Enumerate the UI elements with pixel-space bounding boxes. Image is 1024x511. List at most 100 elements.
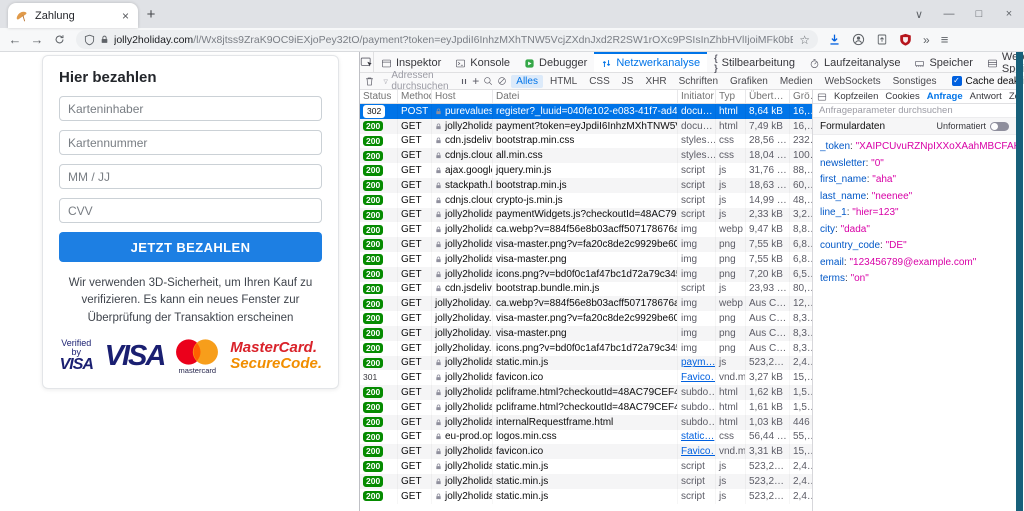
request-row[interactable]: 200GETjolly2holiday.c…static.min.jspaym…… <box>360 356 812 371</box>
request-row[interactable]: 200GETcdn.jsdelivr.netbootstrap.min.csss… <box>360 134 812 149</box>
request-row[interactable]: 200GETjolly2holiday.c…paymentWidgets.js?… <box>360 208 812 223</box>
tab-close-icon[interactable]: × <box>120 9 131 23</box>
initiator-link[interactable]: paym… <box>681 357 715 368</box>
filter-pill-grafiken[interactable]: Grafiken <box>725 75 773 88</box>
reload-icon[interactable] <box>48 29 70 51</box>
filter-pill-js[interactable]: JS <box>617 75 639 88</box>
request-row[interactable]: 200GETjolly2holiday.c…visa-master.png?v=… <box>360 237 812 252</box>
column-header-2[interactable]: Host <box>432 90 493 103</box>
filter-pill-sonstiges[interactable]: Sonstiges <box>888 75 942 88</box>
tracking-protection-shield-icon[interactable] <box>84 34 95 46</box>
window-minimize-icon[interactable]: — <box>934 0 964 28</box>
column-header-4[interactable]: Initiator <box>678 90 716 103</box>
toggle-off-icon[interactable] <box>990 122 1009 131</box>
column-header-0[interactable]: Status <box>360 90 398 103</box>
param-row[interactable]: city: dada <box>820 222 1016 239</box>
request-row[interactable]: 200GETjolly2holiday.c…static.min.jsscrip… <box>360 474 812 489</box>
column-header-6[interactable]: Übert… <box>746 90 790 103</box>
cvv-input[interactable] <box>59 198 322 223</box>
pay-now-button[interactable]: JETZT BEZAHLEN <box>59 232 322 262</box>
param-row[interactable]: line_1: hier=123 <box>820 205 1016 222</box>
request-row[interactable]: 200GETjolly2holiday.c…static.min.jsscrip… <box>360 489 812 504</box>
devtools-tab-debugger[interactable]: Debugger <box>517 52 594 72</box>
request-row[interactable]: 200GETjolly2holiday.c…favicon.icoFavico…… <box>360 444 812 459</box>
tabs-list-chevron-icon[interactable]: ∨ <box>904 0 934 28</box>
param-row[interactable]: email: 123456789@example.com <box>820 255 1016 272</box>
request-row[interactable]: 301GETjolly2holiday.c…favicon.icoFavico…… <box>360 370 812 385</box>
details-tab-cookies[interactable]: Cookies <box>885 91 919 102</box>
request-row[interactable]: 302POSTpurevaluesolu…register?_luuid=040… <box>360 104 812 119</box>
request-row[interactable]: 200GETjolly2holiday.comvisa-master.pngim… <box>360 326 812 341</box>
request-table-header[interactable]: StatusMethodeHostDateiInitiatorTypÜbert…… <box>360 90 812 104</box>
filter-pill-websockets[interactable]: WebSockets <box>820 75 886 88</box>
request-row[interactable]: 200GETcdnjs.cloudfla…crypto-js.min.jsscr… <box>360 193 812 208</box>
column-header-1[interactable]: Methode <box>398 90 432 103</box>
param-row[interactable]: terms: on <box>820 271 1016 288</box>
column-header-7[interactable]: Grö… <box>790 90 812 103</box>
param-row[interactable]: newsletter: 0 <box>820 156 1016 173</box>
request-row[interactable]: 200GETjolly2holiday.comca.webp?v=884f56e… <box>360 296 812 311</box>
filter-pill-schriften[interactable]: Schriften <box>674 75 723 88</box>
pick-element-icon[interactable] <box>360 52 374 72</box>
downloads-icon[interactable] <box>828 33 841 46</box>
param-row[interactable]: first_name: aha <box>820 172 1016 189</box>
details-tab-zeit[interactable]: Zeit <box>1009 91 1016 102</box>
filter-pill-css[interactable]: CSS <box>584 75 615 88</box>
forward-icon[interactable]: → <box>26 29 48 51</box>
devtools-tab-netzwerkanalyse[interactable]: Netzwerkanalyse <box>594 52 707 72</box>
request-row[interactable]: 200GETcdn.jsdelivr.netbootstrap.bundle.m… <box>360 282 812 297</box>
url-bar[interactable]: jolly2holiday.com/l/Wx8jtss9ZraK9OC9iEXj… <box>76 30 818 49</box>
request-row[interactable]: 200GETjolly2holiday.c…icons.png?v=bd0f0c… <box>360 267 812 282</box>
disable-cache-checkbox[interactable]: ✓ Cache deaktivieren <box>952 76 1024 87</box>
request-row[interactable]: 200GETstackpath.boo…bootstrap.min.jsscri… <box>360 178 812 193</box>
devtools-tab-konsole[interactable]: Konsole <box>448 52 517 72</box>
params-search-input[interactable]: Anfrageparameter durchsuchen <box>813 104 1016 118</box>
request-row[interactable]: 200GETajax.googleap…jquery.min.jsscriptj… <box>360 163 812 178</box>
raw-toggle[interactable]: Unformatiert <box>936 121 1009 131</box>
filter-pill-html[interactable]: HTML <box>545 75 582 88</box>
new-request-plus-icon[interactable]: + <box>472 74 479 88</box>
devtools-tab-stilbearbeitung[interactable]: { }Stilbearbeitung <box>707 52 802 72</box>
bookmark-star-icon[interactable]: ☆ <box>799 33 810 47</box>
initiator-link[interactable]: Favico… <box>681 372 716 383</box>
devtools-tab-laufzeitanalyse[interactable]: Laufzeitanalyse <box>802 52 907 72</box>
request-row[interactable]: 200GETjolly2holiday.c…pcliframe.html?che… <box>360 400 812 415</box>
cardholder-input[interactable] <box>59 96 322 121</box>
column-header-5[interactable]: Typ <box>716 90 746 103</box>
window-maximize-icon[interactable]: □ <box>964 0 994 28</box>
filter-pill-xhr[interactable]: XHR <box>640 75 671 88</box>
devtools-tab-speicher[interactable]: Speicher <box>907 52 979 72</box>
details-tab-antwort[interactable]: Antwort <box>970 91 1002 102</box>
clear-requests-trash-icon[interactable] <box>364 76 375 87</box>
param-row[interactable]: country_code: DE <box>820 238 1016 255</box>
share-page-icon[interactable] <box>876 33 888 46</box>
request-blocking-icon[interactable] <box>497 76 507 86</box>
request-row[interactable]: 200GETjolly2holiday.c…visa-master.pngimg… <box>360 252 812 267</box>
menu-hamburger-icon[interactable]: ≡ <box>941 32 949 47</box>
pause-traffic-icon[interactable] <box>460 77 468 86</box>
request-row[interactable]: 200GETjolly2holiday.c…static.min.jsscrip… <box>360 459 812 474</box>
filter-pill-alles[interactable]: Alles <box>511 75 543 88</box>
filter-pill-medien[interactable]: Medien <box>775 75 818 88</box>
account-icon[interactable] <box>852 33 865 46</box>
param-row[interactable]: _token: XAIPCUvuRZNpIXXoXAahMBCFAHdBhR45… <box>820 139 1016 156</box>
expiry-input[interactable] <box>59 164 322 189</box>
details-tab-anfrage[interactable]: Anfrage <box>927 91 963 102</box>
request-row[interactable]: 200GETcdnjs.cloudfla…all.min.cssstyles…c… <box>360 148 812 163</box>
overflow-chevrons-icon[interactable]: » <box>923 33 930 47</box>
column-header-3[interactable]: Datei <box>493 90 678 103</box>
initiator-link[interactable]: Favico… <box>681 446 716 457</box>
window-close-icon[interactable]: × <box>994 0 1024 28</box>
request-row[interactable]: 200GETjolly2holiday.c…pcliframe.html?che… <box>360 385 812 400</box>
https-lock-icon[interactable] <box>100 34 109 45</box>
back-icon[interactable]: ← <box>4 29 26 51</box>
request-row[interactable]: 200GETjolly2holiday.comvisa-master.png?v… <box>360 311 812 326</box>
request-row[interactable]: 200GETjolly2holiday.comicons.png?v=bd0f0… <box>360 341 812 356</box>
new-tab-button[interactable]: + <box>138 3 164 28</box>
details-tab-kopfzeilen[interactable]: Kopfzeilen <box>834 91 878 102</box>
split-pane-icon[interactable] <box>817 92 827 102</box>
ublock-shield-icon[interactable] <box>899 33 912 46</box>
filter-urls-input[interactable]: Adressen durchsuchen <box>383 70 452 92</box>
browser-tab[interactable]: Zahlung × <box>8 3 138 28</box>
request-row[interactable]: 200GETjolly2holiday.c…internalRequestfra… <box>360 415 812 430</box>
